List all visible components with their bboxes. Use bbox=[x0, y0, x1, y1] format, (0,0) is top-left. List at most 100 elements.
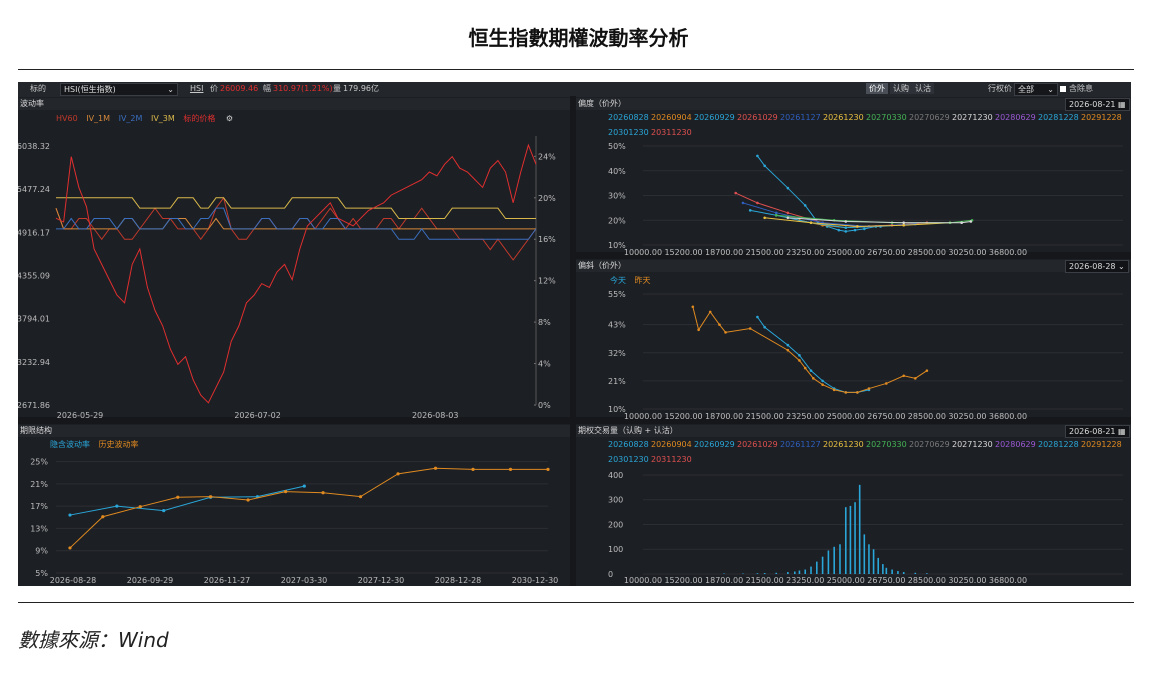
vol-x-tick: 2026-08-03 bbox=[412, 411, 459, 420]
term-y-tick: 9% bbox=[35, 547, 48, 556]
oi-x-tick: 10000.00 bbox=[624, 576, 662, 585]
term-x-tick: 2026-09-29 bbox=[127, 576, 174, 585]
term-series-1-point bbox=[138, 505, 142, 509]
oi-y-tick: 400 bbox=[608, 471, 623, 480]
page-title: 恒生指數期權波動率分析 bbox=[468, 26, 689, 50]
oi-bar bbox=[821, 556, 824, 574]
skew-y-tick: 50% bbox=[608, 142, 626, 151]
term-series-0-point bbox=[162, 509, 166, 513]
term-series-1-point bbox=[396, 472, 400, 476]
oi-y-tick: 200 bbox=[608, 520, 623, 529]
skew-series-20261029-point bbox=[756, 201, 759, 205]
skew-series-20271230-point bbox=[844, 220, 848, 223]
vol-y-left-tick: 22671.86 bbox=[18, 401, 50, 410]
skew-series-20261127-point bbox=[741, 201, 745, 205]
oi-bar bbox=[863, 534, 866, 574]
vol-y-left-tick: 24355.09 bbox=[18, 272, 50, 281]
kurt-series-1-point bbox=[718, 323, 721, 326]
oi-bar bbox=[868, 544, 870, 574]
term-series-0-line bbox=[69, 485, 305, 516]
oi-bar bbox=[839, 544, 841, 574]
kurt-series-1-point bbox=[803, 366, 807, 370]
kurt-series-0-point bbox=[809, 369, 813, 372]
kurt-y-tick: 43% bbox=[608, 321, 626, 330]
skew-x-tick: 25000.00 bbox=[827, 248, 865, 257]
kurt-series-1-point bbox=[748, 327, 752, 330]
oi-bar bbox=[804, 569, 807, 574]
source-note: 數據來源：Wind bbox=[18, 628, 169, 652]
vol-y-left-tick: 25477.24 bbox=[18, 185, 50, 194]
oi-x-tick: 21500.00 bbox=[746, 576, 784, 585]
vol-y-left-tick: 26038.32 bbox=[18, 142, 50, 151]
skew-series-20270330-point bbox=[774, 214, 778, 217]
skew-series-20271230-point bbox=[786, 216, 790, 220]
term-y-tick: 13% bbox=[30, 524, 48, 533]
oi-x-tick: 25000.00 bbox=[827, 576, 865, 585]
kurt-series-0-point bbox=[756, 315, 759, 319]
kurt-series-0-point bbox=[798, 354, 801, 357]
oi-x-tick: 28500.00 bbox=[908, 576, 946, 585]
kurt-series-1-line bbox=[692, 306, 928, 393]
term-series-1-point bbox=[321, 491, 325, 495]
skew-x-tick: 26750.00 bbox=[867, 248, 905, 257]
oi-bar bbox=[793, 571, 796, 574]
oi-bar bbox=[756, 573, 759, 574]
vol-y-right-tick: 16% bbox=[538, 235, 556, 244]
kurt-x-tick: 26750.00 bbox=[867, 412, 905, 421]
term-series-1-point bbox=[101, 515, 105, 519]
oi-bar bbox=[891, 569, 893, 574]
kurt-series-1-point bbox=[691, 305, 695, 309]
skew-series-20260828-point bbox=[786, 186, 790, 190]
term-x-tick: 2028-12-28 bbox=[435, 576, 482, 585]
skew-series-20261230-point bbox=[763, 216, 766, 220]
oi-bar bbox=[798, 570, 801, 574]
bottom-rule bbox=[18, 602, 1134, 603]
oi-x-tick: 23250.00 bbox=[786, 576, 824, 585]
skew-series-20260828-point bbox=[763, 164, 766, 168]
vol-series--line bbox=[55, 143, 537, 404]
term-series-1-point bbox=[176, 495, 180, 499]
term-x-tick: 2027-12-30 bbox=[358, 576, 405, 585]
skew-series-20260828-point bbox=[844, 230, 848, 233]
skew-series-20260828-point bbox=[803, 204, 807, 207]
term-y-tick: 25% bbox=[30, 458, 48, 467]
skew-x-tick: 15200.00 bbox=[664, 248, 702, 257]
kurt-x-tick: 15200.00 bbox=[664, 412, 702, 421]
kurt-y-tick: 21% bbox=[608, 377, 626, 386]
kurt-series-0-point bbox=[821, 379, 824, 383]
skew-series-20260828-point bbox=[756, 154, 759, 158]
term-series-1-point bbox=[283, 490, 288, 494]
vol-y-right-tick: 24% bbox=[538, 152, 556, 161]
kurt-series-1-point bbox=[708, 310, 712, 314]
vol-y-left-tick: 24916.17 bbox=[18, 228, 50, 237]
vol-series-iv3m-line bbox=[56, 197, 536, 220]
kurt-series-1-point bbox=[925, 369, 929, 372]
skew-x-tick: 23250.00 bbox=[786, 248, 824, 257]
oi-bar bbox=[858, 484, 861, 574]
vol-y-left-tick: 23794.01 bbox=[18, 315, 50, 324]
skew-y-tick: 30% bbox=[608, 192, 626, 201]
oi-bar bbox=[844, 507, 847, 574]
term-y-tick: 21% bbox=[30, 480, 48, 489]
oi-bar bbox=[877, 557, 880, 574]
kurt-x-tick: 23250.00 bbox=[786, 412, 824, 421]
oi-bar bbox=[882, 564, 884, 574]
kurt-series-0-point bbox=[786, 343, 790, 347]
term-series-1-point bbox=[508, 467, 513, 471]
term-x-tick: 2027-03-30 bbox=[281, 576, 328, 585]
oi-bar bbox=[810, 566, 812, 574]
skew-x-tick: 18700.00 bbox=[705, 248, 743, 257]
kurt-series-1-point bbox=[914, 377, 917, 380]
kurt-series-1-point bbox=[697, 328, 700, 332]
term-series-1-point bbox=[208, 495, 213, 499]
skew-y-tick: 40% bbox=[608, 167, 626, 176]
term-x-tick: 2026-08-28 bbox=[50, 576, 97, 585]
oi-bar bbox=[885, 567, 888, 574]
skew-series-20260828-point bbox=[863, 227, 866, 231]
kurt-y-tick: 32% bbox=[608, 349, 626, 358]
vol-y-right-tick: 8% bbox=[538, 318, 551, 327]
term-x-tick: 2026-11-27 bbox=[204, 576, 251, 585]
vol-y-right-tick: 12% bbox=[538, 277, 556, 286]
skew-series-20260929-point bbox=[748, 209, 752, 212]
term-series-1-point bbox=[433, 466, 438, 470]
